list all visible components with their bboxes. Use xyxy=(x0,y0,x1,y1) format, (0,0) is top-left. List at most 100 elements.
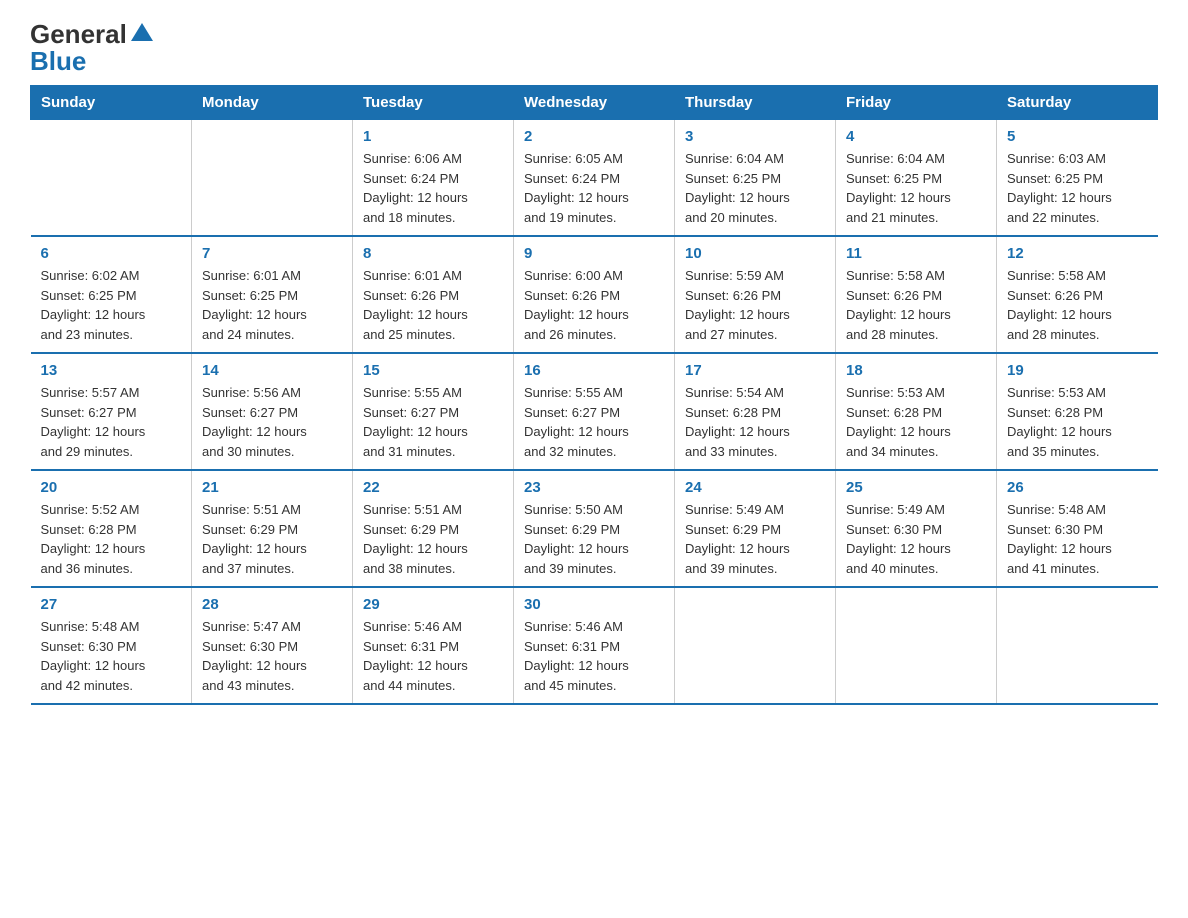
day-cell: 16 Sunrise: 5:55 AMSunset: 6:27 PMDayligh… xyxy=(514,353,675,470)
day-cell: 20 Sunrise: 5:52 AMSunset: 6:28 PMDayligh… xyxy=(31,470,192,587)
logo-general: General xyxy=(30,20,127,49)
logo: General Blue xyxy=(30,20,153,75)
day-number: 13 xyxy=(41,362,182,379)
day-header-monday: Monday xyxy=(192,86,353,120)
day-cell xyxy=(675,587,836,704)
day-info: Sunrise: 6:04 AMSunset: 6:25 PMDaylight:… xyxy=(685,149,825,227)
day-info: Sunrise: 5:50 AMSunset: 6:29 PMDaylight:… xyxy=(524,500,664,578)
day-info: Sunrise: 6:04 AMSunset: 6:25 PMDaylight:… xyxy=(846,149,986,227)
day-info: Sunrise: 5:46 AMSunset: 6:31 PMDaylight:… xyxy=(524,617,664,695)
day-cell: 1 Sunrise: 6:06 AMSunset: 6:24 PMDaylight… xyxy=(353,120,514,237)
day-number: 29 xyxy=(363,596,503,613)
day-info: Sunrise: 5:52 AMSunset: 6:28 PMDaylight:… xyxy=(41,500,182,578)
day-header-thursday: Thursday xyxy=(675,86,836,120)
day-cell: 8Sunrise: 6:01 AMSunset: 6:26 PMDaylight… xyxy=(353,236,514,353)
day-info: Sunrise: 5:47 AMSunset: 6:30 PMDaylight:… xyxy=(202,617,342,695)
day-number: 21 xyxy=(202,479,342,496)
day-number: 25 xyxy=(846,479,986,496)
calendar-table: SundayMondayTuesdayWednesdayThursdayFrid… xyxy=(30,85,1158,705)
day-cell: 7 Sunrise: 6:01 AMSunset: 6:25 PMDaylight… xyxy=(192,236,353,353)
day-cell: 3 Sunrise: 6:04 AMSunset: 6:25 PMDaylight… xyxy=(675,120,836,237)
day-number: 7 xyxy=(202,245,342,262)
week-row-4: 20 Sunrise: 5:52 AMSunset: 6:28 PMDayligh… xyxy=(31,470,1158,587)
day-cell: 15 Sunrise: 5:55 AMSunset: 6:27 PMDayligh… xyxy=(353,353,514,470)
week-row-5: 27 Sunrise: 5:48 AMSunset: 6:30 PMDayligh… xyxy=(31,587,1158,704)
day-number: 20 xyxy=(41,479,182,496)
day-info: Sunrise: 5:55 AMSunset: 6:27 PMDaylight:… xyxy=(363,383,503,461)
day-cell: 6 Sunrise: 6:02 AMSunset: 6:25 PMDaylight… xyxy=(31,236,192,353)
day-info: Sunrise: 5:49 AMSunset: 6:30 PMDaylight:… xyxy=(846,500,986,578)
day-cell: 12Sunrise: 5:58 AMSunset: 6:26 PMDayligh… xyxy=(997,236,1158,353)
day-cell: 25 Sunrise: 5:49 AMSunset: 6:30 PMDayligh… xyxy=(836,470,997,587)
day-header-wednesday: Wednesday xyxy=(514,86,675,120)
day-cell: 2 Sunrise: 6:05 AMSunset: 6:24 PMDaylight… xyxy=(514,120,675,237)
day-number: 10 xyxy=(685,245,825,262)
day-info: Sunrise: 5:58 AMSunset: 6:26 PMDaylight:… xyxy=(1007,266,1148,344)
day-info: Sunrise: 5:56 AMSunset: 6:27 PMDaylight:… xyxy=(202,383,342,461)
day-number: 16 xyxy=(524,362,664,379)
day-info: Sunrise: 6:05 AMSunset: 6:24 PMDaylight:… xyxy=(524,149,664,227)
day-cell: 26 Sunrise: 5:48 AMSunset: 6:30 PMDayligh… xyxy=(997,470,1158,587)
day-info: Sunrise: 6:06 AMSunset: 6:24 PMDaylight:… xyxy=(363,149,503,227)
day-number: 11 xyxy=(846,245,986,262)
days-header-row: SundayMondayTuesdayWednesdayThursdayFrid… xyxy=(31,86,1158,120)
day-cell: 24Sunrise: 5:49 AMSunset: 6:29 PMDayligh… xyxy=(675,470,836,587)
day-cell xyxy=(836,587,997,704)
day-cell xyxy=(192,120,353,237)
day-number: 17 xyxy=(685,362,825,379)
day-number: 30 xyxy=(524,596,664,613)
day-number: 15 xyxy=(363,362,503,379)
day-cell: 14Sunrise: 5:56 AMSunset: 6:27 PMDayligh… xyxy=(192,353,353,470)
day-info: Sunrise: 6:03 AMSunset: 6:25 PMDaylight:… xyxy=(1007,149,1148,227)
day-info: Sunrise: 5:58 AMSunset: 6:26 PMDaylight:… xyxy=(846,266,986,344)
week-row-2: 6 Sunrise: 6:02 AMSunset: 6:25 PMDaylight… xyxy=(31,236,1158,353)
day-cell: 22 Sunrise: 5:51 AMSunset: 6:29 PMDayligh… xyxy=(353,470,514,587)
day-number: 28 xyxy=(202,596,342,613)
day-cell: 18Sunrise: 5:53 AMSunset: 6:28 PMDayligh… xyxy=(836,353,997,470)
day-info: Sunrise: 5:49 AMSunset: 6:29 PMDaylight:… xyxy=(685,500,825,578)
day-cell: 17 Sunrise: 5:54 AMSunset: 6:28 PMDayligh… xyxy=(675,353,836,470)
day-info: Sunrise: 5:53 AMSunset: 6:28 PMDaylight:… xyxy=(1007,383,1148,461)
day-info: Sunrise: 5:53 AMSunset: 6:28 PMDaylight:… xyxy=(846,383,986,461)
day-cell xyxy=(997,587,1158,704)
day-number: 1 xyxy=(363,128,503,145)
day-info: Sunrise: 5:59 AMSunset: 6:26 PMDaylight:… xyxy=(685,266,825,344)
day-cell: 10 Sunrise: 5:59 AMSunset: 6:26 PMDayligh… xyxy=(675,236,836,353)
day-cell: 5Sunrise: 6:03 AMSunset: 6:25 PMDaylight… xyxy=(997,120,1158,237)
header: General Blue xyxy=(30,20,1158,75)
logo-blue: Blue xyxy=(30,46,86,76)
day-header-sunday: Sunday xyxy=(31,86,192,120)
day-number: 4 xyxy=(846,128,986,145)
day-number: 8 xyxy=(363,245,503,262)
day-number: 9 xyxy=(524,245,664,262)
day-header-friday: Friday xyxy=(836,86,997,120)
day-info: Sunrise: 5:51 AMSunset: 6:29 PMDaylight:… xyxy=(202,500,342,578)
day-info: Sunrise: 5:51 AMSunset: 6:29 PMDaylight:… xyxy=(363,500,503,578)
day-cell: 4 Sunrise: 6:04 AMSunset: 6:25 PMDaylight… xyxy=(836,120,997,237)
day-cell: 11 Sunrise: 5:58 AMSunset: 6:26 PMDayligh… xyxy=(836,236,997,353)
day-cell xyxy=(31,120,192,237)
day-cell: 27 Sunrise: 5:48 AMSunset: 6:30 PMDayligh… xyxy=(31,587,192,704)
day-cell: 13Sunrise: 5:57 AMSunset: 6:27 PMDayligh… xyxy=(31,353,192,470)
day-header-tuesday: Tuesday xyxy=(353,86,514,120)
logo-triangle-icon xyxy=(131,21,153,43)
day-info: Sunrise: 5:48 AMSunset: 6:30 PMDaylight:… xyxy=(1007,500,1148,578)
day-info: Sunrise: 5:55 AMSunset: 6:27 PMDaylight:… xyxy=(524,383,664,461)
day-info: Sunrise: 6:00 AMSunset: 6:26 PMDaylight:… xyxy=(524,266,664,344)
day-info: Sunrise: 5:54 AMSunset: 6:28 PMDaylight:… xyxy=(685,383,825,461)
day-number: 27 xyxy=(41,596,182,613)
day-number: 6 xyxy=(41,245,182,262)
day-number: 2 xyxy=(524,128,664,145)
day-info: Sunrise: 5:48 AMSunset: 6:30 PMDaylight:… xyxy=(41,617,182,695)
day-number: 3 xyxy=(685,128,825,145)
day-cell: 9 Sunrise: 6:00 AMSunset: 6:26 PMDaylight… xyxy=(514,236,675,353)
day-number: 26 xyxy=(1007,479,1148,496)
day-header-saturday: Saturday xyxy=(997,86,1158,120)
day-number: 23 xyxy=(524,479,664,496)
day-cell: 28 Sunrise: 5:47 AMSunset: 6:30 PMDayligh… xyxy=(192,587,353,704)
day-cell: 30 Sunrise: 5:46 AMSunset: 6:31 PMDayligh… xyxy=(514,587,675,704)
day-number: 22 xyxy=(363,479,503,496)
day-info: Sunrise: 6:02 AMSunset: 6:25 PMDaylight:… xyxy=(41,266,182,344)
week-row-3: 13Sunrise: 5:57 AMSunset: 6:27 PMDayligh… xyxy=(31,353,1158,470)
day-info: Sunrise: 6:01 AMSunset: 6:25 PMDaylight:… xyxy=(202,266,342,344)
